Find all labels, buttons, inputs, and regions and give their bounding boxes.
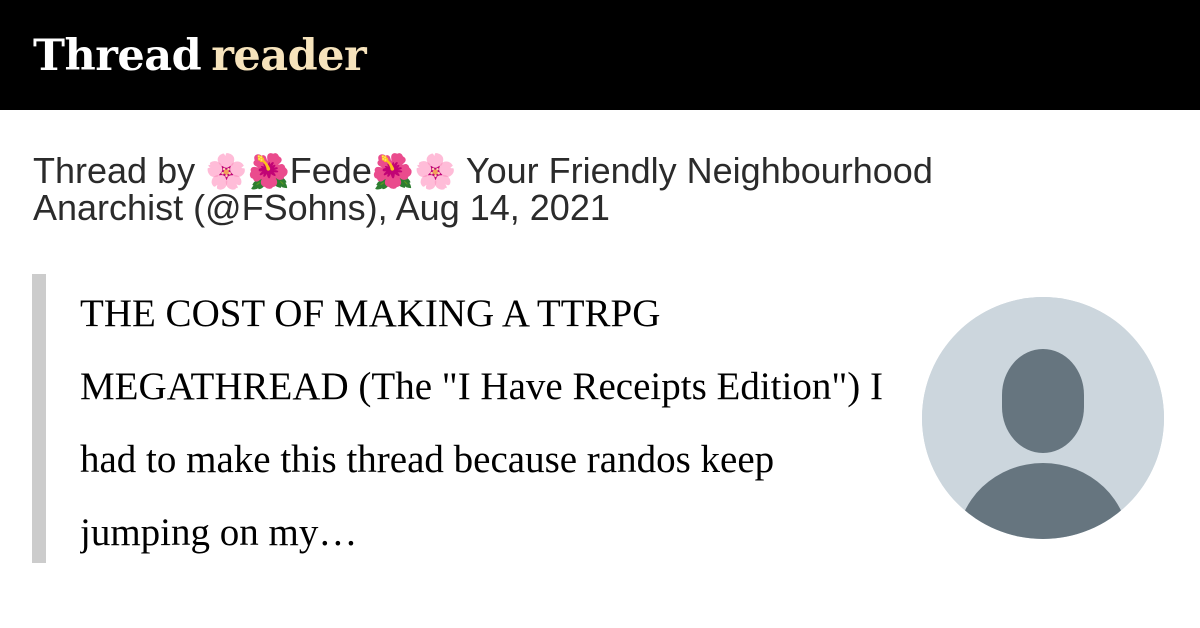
flower-emoji-icon: 🌸🌺 xyxy=(205,153,290,191)
avatar[interactable] xyxy=(922,297,1164,539)
header-bar: Thread reader xyxy=(0,0,1200,110)
default-profile-icon xyxy=(922,297,1164,539)
quote-bar xyxy=(32,274,46,563)
brand-thread-text: Thread xyxy=(33,31,202,81)
tweet-excerpt: THE COST OF MAKING A TTRPG MEGATHREAD (T… xyxy=(80,292,883,554)
thread-byline: Thread by 🌸🌺Fede🌺🌸 Your Friendly Neighbo… xyxy=(33,153,1083,226)
byline-prefix: Thread by xyxy=(33,150,196,191)
brand-logo[interactable]: Thread reader xyxy=(33,26,367,86)
brand-reader-text: reader xyxy=(211,31,367,81)
thread-reader-card: Thread reader Thread by 🌸🌺Fede🌺🌸 Your Fri… xyxy=(0,0,1200,628)
author-name[interactable]: Fede xyxy=(290,150,372,191)
flower-emoji-icon: 🌺🌸 xyxy=(371,153,457,191)
